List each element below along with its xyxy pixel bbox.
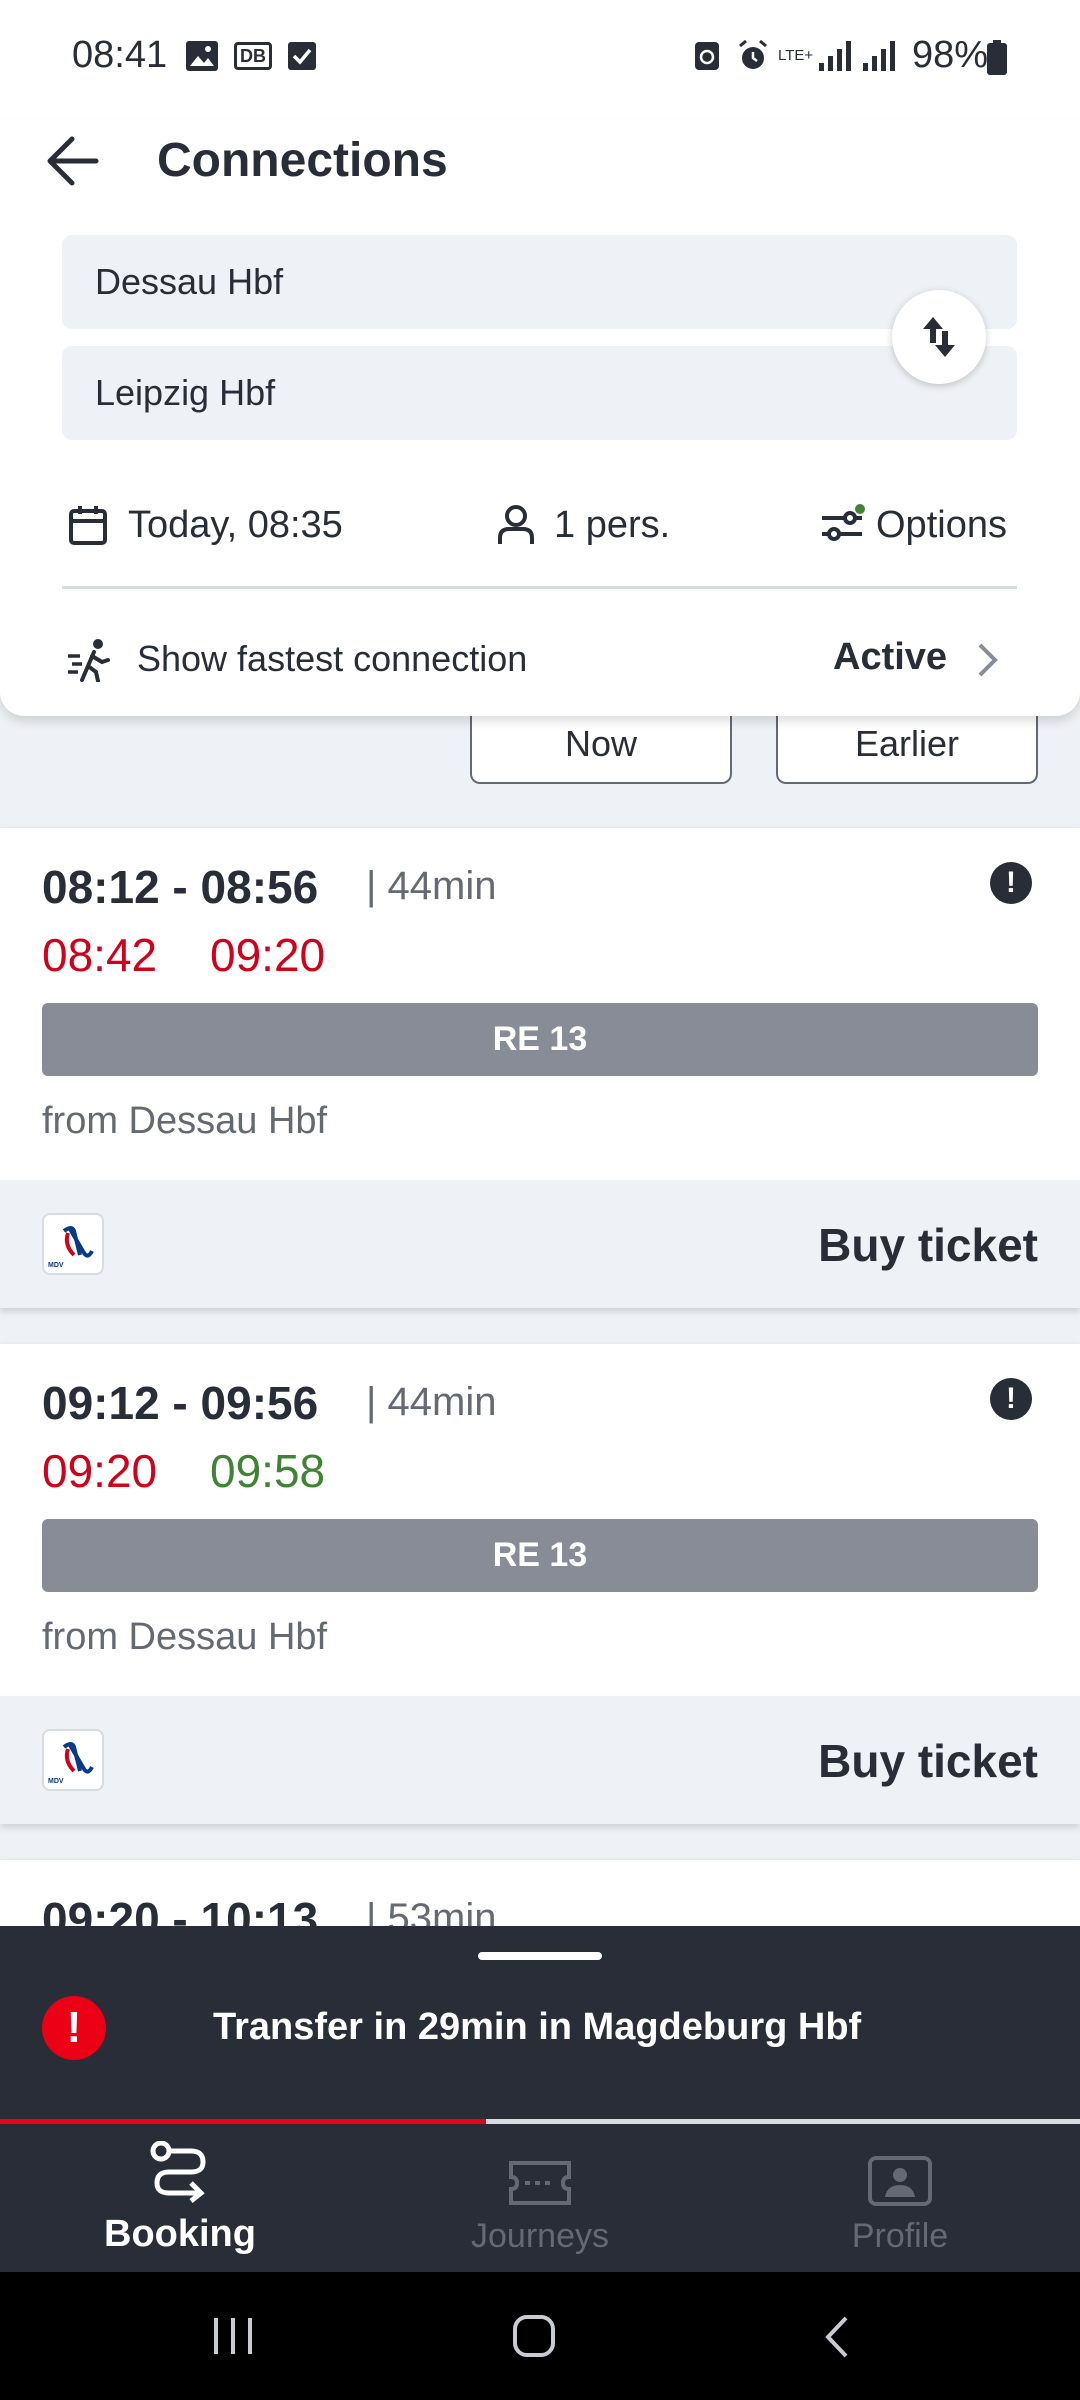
mdv-logo: MDV bbox=[42, 1729, 104, 1791]
tab-label: Booking bbox=[104, 2213, 256, 2255]
from-station: from Dessau Hbf bbox=[42, 1616, 328, 1658]
signal-icon bbox=[863, 41, 896, 71]
route-icon bbox=[150, 2141, 206, 2203]
alarm-icon bbox=[739, 39, 767, 69]
buy-ticket-button[interactable]: Buy ticket bbox=[818, 1218, 1038, 1272]
status-right-icons: LTE+ bbox=[692, 36, 897, 76]
swap-stations-button[interactable] bbox=[892, 290, 986, 384]
walking-fast-icon bbox=[68, 639, 110, 682]
destination-field[interactable]: Leipzig Hbf bbox=[62, 346, 1017, 440]
person-icon bbox=[498, 505, 534, 544]
calendar-icon bbox=[69, 506, 107, 545]
options-label: Options bbox=[876, 503, 1007, 546]
fastest-connection-label[interactable]: Show fastest connection bbox=[137, 638, 527, 680]
date-time-label: Today, 08:35 bbox=[128, 503, 343, 546]
scheduled-times: 09:12 - 09:56 bbox=[42, 1377, 319, 1429]
tab-profile[interactable]: Profile bbox=[720, 2124, 1080, 2272]
back-arrow-icon[interactable] bbox=[44, 130, 100, 192]
from-station: from Dessau Hbf bbox=[42, 1100, 328, 1142]
profile-icon bbox=[868, 2156, 932, 2206]
mdv-logo: MDV bbox=[42, 1213, 104, 1275]
passengers-label: 1 pers. bbox=[554, 503, 671, 546]
checkbox-icon bbox=[288, 42, 316, 70]
realtime-departure: 09:20 bbox=[42, 1445, 158, 1497]
signal-icon bbox=[819, 41, 852, 71]
tab-journeys[interactable]: Journeys bbox=[360, 2124, 720, 2272]
earlier-button[interactable]: Earlier bbox=[776, 706, 1038, 784]
alert-icon[interactable]: ! bbox=[990, 862, 1032, 904]
alert-icon[interactable]: ! bbox=[990, 1378, 1032, 1420]
chevron-right-icon[interactable] bbox=[976, 642, 1000, 678]
lock-rotate-icon bbox=[695, 42, 719, 70]
battery-icon bbox=[987, 40, 1007, 75]
buy-ticket-button[interactable]: Buy ticket bbox=[818, 1734, 1038, 1788]
origin-field[interactable]: Dessau Hbf bbox=[62, 235, 1017, 329]
date-time-selector[interactable]: Today, 08:35 bbox=[68, 492, 343, 558]
ticket-icon bbox=[509, 2161, 571, 2205]
scheduled-times: 08:12 - 08:56 bbox=[42, 861, 319, 913]
realtime-arrival: 09:20 bbox=[210, 929, 326, 981]
page-title: Connections bbox=[157, 134, 448, 187]
swap-icon bbox=[923, 317, 955, 357]
alert-icon: ! bbox=[42, 1996, 106, 2060]
now-button[interactable]: Now bbox=[470, 706, 732, 784]
svg-text:MDV: MDV bbox=[48, 1778, 64, 1785]
recent-apps-icon[interactable] bbox=[210, 2316, 256, 2356]
options-sliders-icon bbox=[822, 504, 865, 541]
svg-text:MDV: MDV bbox=[48, 1262, 64, 1269]
sheet-drag-handle[interactable] bbox=[478, 1952, 602, 1960]
realtime-arrival: 09:58 bbox=[210, 1445, 326, 1497]
passengers-selector[interactable]: 1 pers. bbox=[496, 492, 670, 558]
train-line-bar[interactable]: RE 13 bbox=[42, 1519, 1038, 1592]
back-icon[interactable] bbox=[822, 2314, 852, 2360]
tab-label: Journeys bbox=[471, 2217, 609, 2255]
battery-percent: 98% bbox=[911, 34, 988, 76]
transfer-message: Transfer in 29min in Magdeburg Hbf bbox=[213, 2006, 862, 2048]
lte-icon: LTE+ bbox=[778, 47, 814, 64]
image-icon bbox=[186, 41, 218, 71]
fastest-connection-status[interactable]: Active bbox=[833, 636, 947, 679]
home-icon[interactable] bbox=[512, 2314, 556, 2358]
db-icon: DB bbox=[234, 42, 272, 70]
train-line-bar[interactable]: RE 13 bbox=[42, 1003, 1038, 1076]
realtime-departure: 08:42 bbox=[42, 929, 158, 981]
status-time: 08:41 bbox=[72, 34, 168, 76]
options-button[interactable]: Options bbox=[820, 492, 1007, 558]
duration: | 44min bbox=[366, 864, 497, 908]
status-left-icons: DB bbox=[184, 36, 318, 76]
tab-booking[interactable]: Booking bbox=[0, 2124, 360, 2272]
tab-label: Profile bbox=[851, 2217, 949, 2255]
header-divider bbox=[62, 586, 1017, 589]
duration: | 44min bbox=[366, 1380, 497, 1424]
